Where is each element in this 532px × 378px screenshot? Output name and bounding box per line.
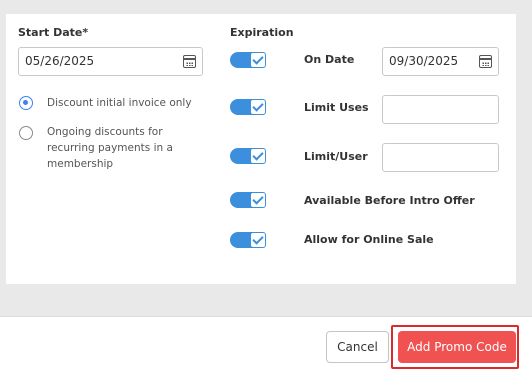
limit-per-user-label: Limit/User xyxy=(304,150,368,163)
dialog-footer: Cancel Add Promo Code xyxy=(0,316,532,378)
calendar-icon[interactable] xyxy=(479,55,492,68)
limit-per-user-toggle[interactable] xyxy=(230,148,268,164)
start-date-value: 05/26/2025 xyxy=(25,54,95,68)
add-promo-code-button[interactable]: Add Promo Code xyxy=(398,331,516,363)
on-date-label: On Date xyxy=(304,53,355,66)
ongoing-label-line-1: Ongoing discounts for xyxy=(47,126,163,138)
limit-uses-toggle[interactable] xyxy=(230,99,268,115)
cancel-button[interactable]: Cancel xyxy=(326,331,389,363)
limit-per-user-input[interactable] xyxy=(382,143,499,172)
panel-background xyxy=(0,284,532,316)
on-date-input[interactable]: 09/30/2025 xyxy=(382,47,499,76)
radio-ongoing-discounts-label: Ongoing discounts for recurring payments… xyxy=(47,124,197,172)
limit-uses-label: Limit Uses xyxy=(304,101,369,114)
available-before-intro-label: Available Before Intro Offer xyxy=(304,194,475,207)
ongoing-label-line-3: membership xyxy=(47,158,114,170)
expiration-label: Expiration xyxy=(230,26,294,39)
on-date-value: 09/30/2025 xyxy=(389,54,459,68)
allow-online-sale-label: Allow for Online Sale xyxy=(304,233,434,246)
radio-discount-initial[interactable] xyxy=(19,96,33,110)
limit-uses-input[interactable] xyxy=(382,95,499,124)
on-date-toggle[interactable] xyxy=(230,52,268,68)
calendar-icon[interactable] xyxy=(183,55,196,68)
available-before-intro-toggle[interactable] xyxy=(230,192,268,208)
radio-discount-initial-label: Discount initial invoice only xyxy=(47,97,192,109)
ongoing-label-line-2: recurring payments in a xyxy=(47,142,173,154)
start-date-input[interactable]: 05/26/2025 xyxy=(18,47,203,76)
start-date-label: Start Date* xyxy=(18,26,89,39)
radio-ongoing-discounts[interactable] xyxy=(19,126,33,140)
promo-settings-panel: Start Date* 05/26/2025 Discount initial … xyxy=(6,14,516,284)
allow-online-sale-toggle[interactable] xyxy=(230,232,268,248)
